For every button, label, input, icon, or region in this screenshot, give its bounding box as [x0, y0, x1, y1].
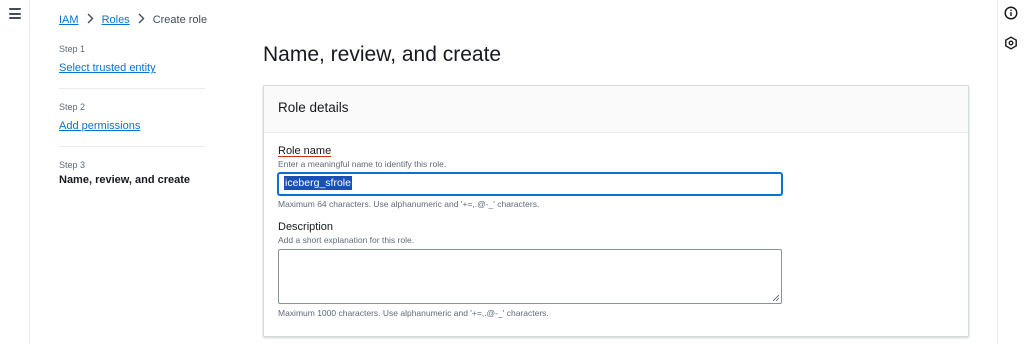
- wizard-step-3: Step 3 Name, review, and create: [59, 160, 205, 198]
- hexagon-settings-icon[interactable]: [1004, 36, 1018, 50]
- step-number: Step 1: [59, 44, 86, 54]
- description-constraint: Maximum 1000 characters. Use alphanumeri…: [278, 308, 549, 318]
- chevron-right-icon: [138, 13, 145, 27]
- breadcrumb-current: Create role: [152, 14, 208, 26]
- card-title: Role details: [278, 100, 349, 115]
- page-title: Name, review, and create: [263, 43, 502, 66]
- role-name-description: Enter a meaningful name to identify this…: [278, 159, 447, 169]
- role-details-card: Role details Role name Enter a meaningfu…: [263, 85, 969, 337]
- hamburger-menu-icon[interactable]: [9, 8, 21, 19]
- wizard-step-1: Step 1 Select trusted entity: [59, 44, 205, 89]
- step-select-trusted-entity-link[interactable]: Select trusted entity: [59, 62, 156, 74]
- step-number: Step 2: [59, 102, 86, 112]
- role-name-label: Role name: [278, 145, 332, 157]
- description-label: Description: [278, 221, 334, 233]
- step-number: Step 3: [59, 160, 86, 170]
- breadcrumb-roles-link[interactable]: Roles: [102, 14, 130, 26]
- left-nav-rail: [0, 0, 30, 344]
- card-header: Role details: [264, 86, 968, 133]
- info-icon[interactable]: [1004, 6, 1018, 20]
- resize-grip-icon[interactable]: [773, 295, 779, 301]
- step-add-permissions-link[interactable]: Add permissions: [59, 120, 140, 132]
- right-tools-rail: [997, 0, 1024, 344]
- role-name-input[interactable]: iceberg_sfrole: [278, 173, 782, 195]
- breadcrumb: IAM Roles Create role: [59, 13, 207, 27]
- breadcrumb-iam-link[interactable]: IAM: [59, 14, 79, 26]
- wizard-steps: Step 1 Select trusted entity Step 2 Add …: [59, 44, 205, 211]
- description-textarea[interactable]: [278, 249, 782, 304]
- role-name-value: iceberg_sfrole: [284, 176, 352, 190]
- wizard-step-2: Step 2 Add permissions: [59, 102, 205, 147]
- card-body: Role name Enter a meaningful name to ide…: [264, 133, 968, 330]
- description-hint: Add a short explanation for this role.: [278, 235, 415, 245]
- role-name-constraint: Maximum 64 characters. Use alphanumeric …: [278, 199, 540, 209]
- chevron-right-icon: [87, 13, 94, 27]
- step-current-label: Name, review, and create: [59, 174, 191, 186]
